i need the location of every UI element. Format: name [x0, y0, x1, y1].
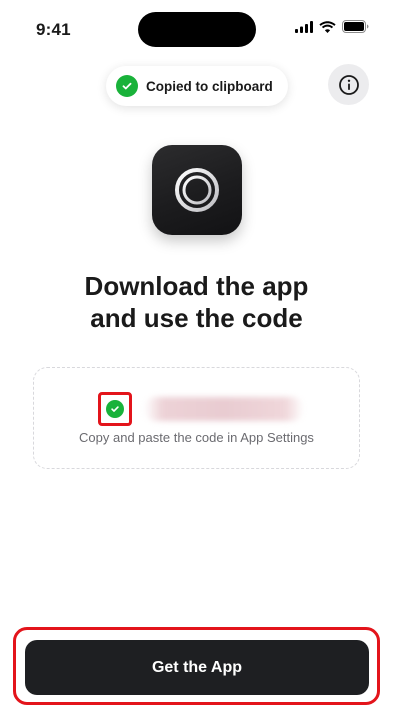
app-logo-icon	[175, 168, 219, 212]
page-title: Download the app and use the code	[0, 270, 393, 334]
info-button[interactable]	[328, 64, 369, 105]
wifi-icon	[319, 20, 336, 33]
status-bar: 9:41	[0, 0, 393, 54]
battery-icon	[342, 20, 369, 33]
copied-toast: Copied to clipboard	[106, 66, 288, 106]
code-hint: Copy and paste the code in App Settings	[79, 430, 314, 445]
title-line-1: Download the app	[84, 271, 309, 301]
code-container[interactable]: Copy and paste the code in App Settings	[33, 367, 360, 469]
check-icon	[116, 75, 138, 97]
dynamic-island	[138, 12, 256, 47]
status-icons	[295, 20, 369, 33]
title-line-2: and use the code	[90, 303, 303, 333]
check-icon	[106, 400, 124, 418]
info-icon	[338, 74, 359, 95]
get-app-button[interactable]: Get the App	[25, 640, 369, 695]
redacted-code[interactable]	[144, 397, 304, 421]
code-status-highlight	[98, 392, 132, 426]
app-icon	[152, 145, 242, 235]
toast-message: Copied to clipboard	[146, 78, 273, 94]
code-row	[98, 392, 304, 426]
cellular-signal-icon	[295, 20, 313, 33]
status-time: 9:41	[36, 20, 71, 39]
